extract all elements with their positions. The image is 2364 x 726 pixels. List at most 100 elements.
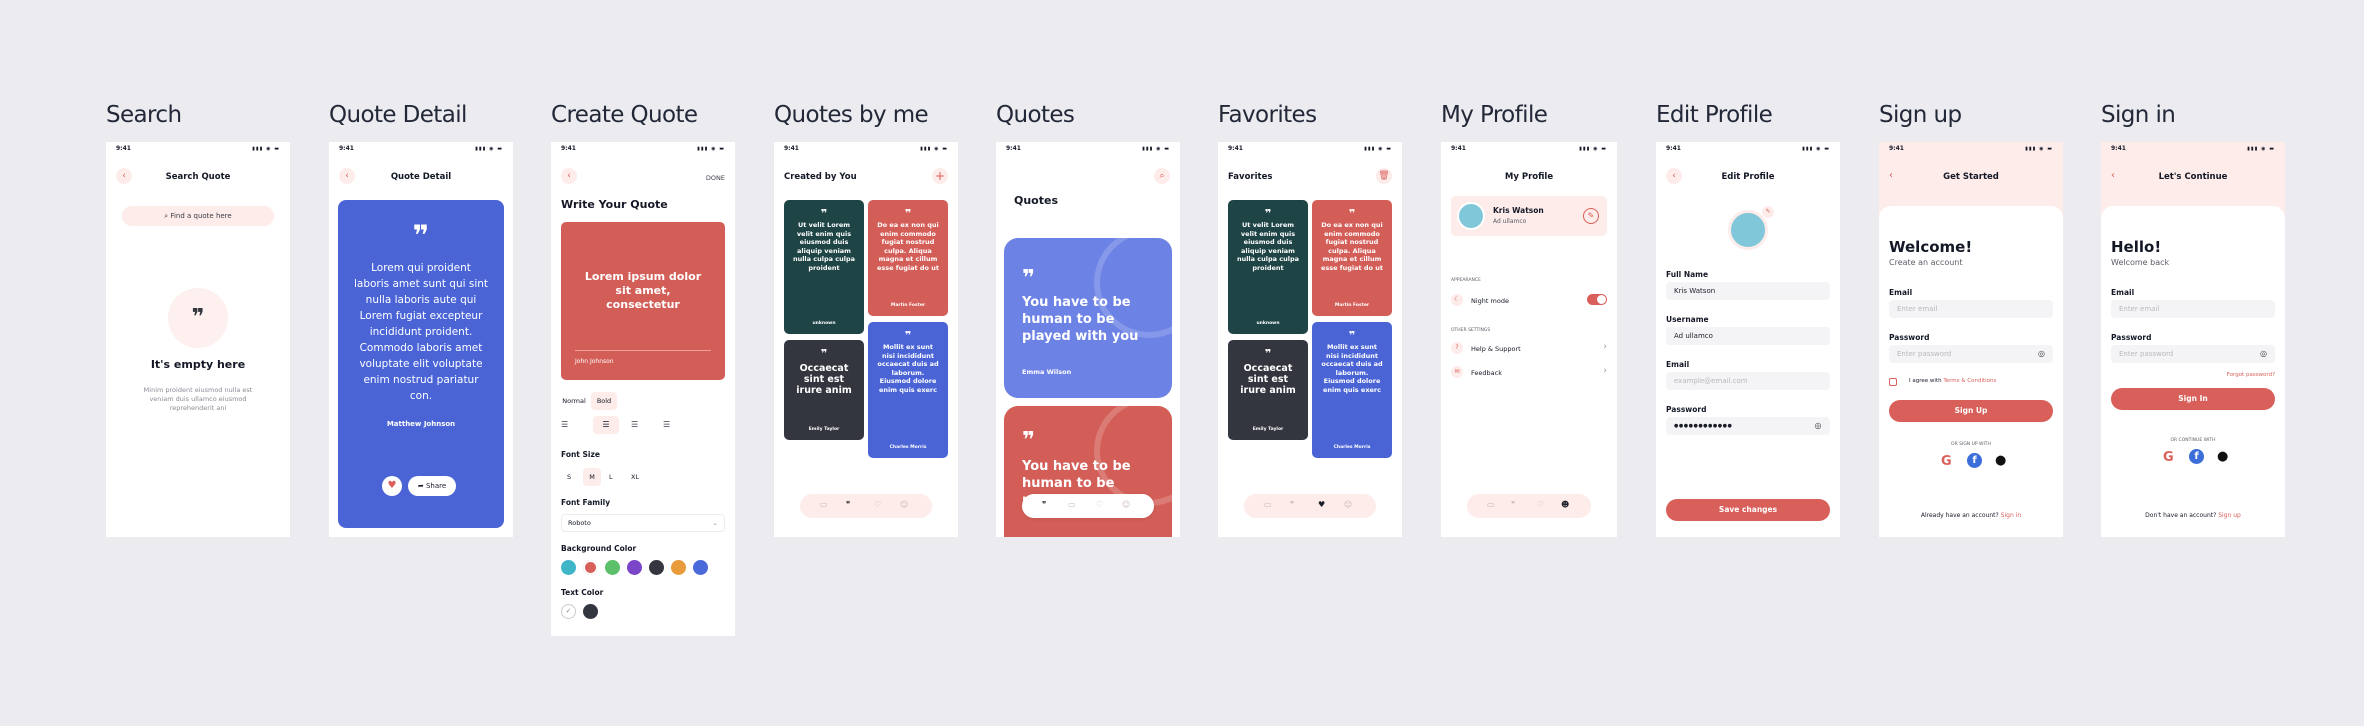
add-button[interactable]: + [932, 168, 948, 184]
signup-button[interactable]: Sign Up [1889, 400, 2053, 422]
email-input[interactable]: example@email.com [1666, 372, 1830, 390]
signin-link[interactable]: Sign in [2001, 512, 2021, 519]
quote-tab-icon[interactable]: ❞ [846, 500, 850, 509]
align-right-icon[interactable]: ☰ [631, 420, 638, 429]
search-button[interactable]: ⌕ [1154, 168, 1170, 184]
home-tab-icon[interactable]: ▭ [1487, 500, 1495, 509]
favorites-tab-icon[interactable]: ♡ [874, 500, 881, 509]
page-title: Search Quote [165, 172, 231, 182]
facebook-icon[interactable]: f [1967, 453, 1982, 468]
terms-link[interactable]: Terms & Conditions [1943, 378, 1996, 384]
help-support-row[interactable]: ? Help & Support › [1451, 342, 1607, 356]
quote-tab-icon[interactable]: ❞ [1511, 500, 1515, 509]
email-input[interactable]: Enter email [1889, 300, 2053, 318]
eye-off-icon[interactable]: ◎ [2038, 345, 2045, 363]
terms-checkbox[interactable] [1889, 378, 1897, 386]
signin-button[interactable]: Sign In [2111, 388, 2275, 410]
background-color-swatch[interactable] [627, 560, 642, 575]
size-option[interactable]: S [567, 468, 571, 486]
quote-card[interactable]: ❞ You have to be human to be played with… [1004, 238, 1172, 398]
apple-icon[interactable]: ● [1995, 453, 2006, 468]
quote-card[interactable]: ❞ Mollit ex sunt nisi incididunt occaecat… [868, 322, 948, 458]
favorites-tab-icon[interactable]: ♡ [1537, 500, 1544, 509]
search-input[interactable]: ⌕ Find a quote here [122, 206, 274, 226]
back-button[interactable]: ‹ [561, 168, 577, 184]
card-text: Occaecat sint est irure anim [1240, 363, 1296, 396]
quote-card[interactable]: ❞ Ut velit Lorem velit enim quis eiusmod … [784, 200, 864, 334]
google-icon[interactable]: G [1941, 454, 1952, 469]
background-color-swatch[interactable] [671, 560, 686, 575]
password-input[interactable]: Enter password ◎ [1889, 345, 2053, 363]
google-icon[interactable]: G [2163, 450, 2174, 465]
edit-avatar-icon[interactable]: ✎ [1762, 206, 1774, 218]
weight-normal-toggle[interactable]: Normal [561, 392, 587, 410]
quote-card[interactable]: ❞ Occaecat sint est irure anim Emily Taylo… [784, 340, 864, 440]
home-tab-icon[interactable]: ▭ [820, 500, 828, 509]
delete-button[interactable]: 🗑 [1376, 168, 1392, 184]
card-author: unknown [1256, 321, 1280, 326]
text-color-white[interactable]: ✓ [561, 604, 576, 619]
password-input[interactable]: ●●●●●●●●●●●● ◎ [1666, 417, 1830, 435]
font-size-selector[interactable]: S M L XL [561, 468, 671, 486]
background-color-swatch[interactable] [583, 560, 598, 575]
quote-card[interactable]: ❞ Ut velit Lorem velit enim quis eiusmod … [1228, 200, 1308, 334]
edit-icon[interactable]: ✎ [1583, 208, 1599, 224]
profile-tab-icon[interactable]: ☺ [1122, 500, 1130, 509]
chevron-down-icon: ⌄ [712, 519, 718, 527]
chevron-right-icon: › [1603, 342, 1607, 352]
quote-tab-icon[interactable]: ❞ [1042, 500, 1046, 509]
apple-icon[interactable]: ● [2217, 449, 2228, 464]
forgot-password-link[interactable]: Forgot password? [2227, 372, 2275, 378]
email-input[interactable]: Enter email [2111, 300, 2275, 318]
size-option[interactable]: L [609, 468, 613, 486]
background-color-swatch[interactable] [649, 560, 664, 575]
status-bar: 9:41 ▮▮▮ ◉ ▬ [1889, 145, 2053, 152]
background-color-swatch[interactable] [693, 560, 708, 575]
font-family-select[interactable]: Roboto ⌄ [561, 514, 725, 532]
size-option[interactable]: M [583, 468, 601, 486]
avatar[interactable] [1728, 210, 1768, 250]
align-justify-icon[interactable]: ☰ [663, 420, 670, 429]
feedback-row[interactable]: ✉ Feedback › [1451, 366, 1607, 380]
night-mode-toggle[interactable] [1587, 294, 1607, 305]
favorites-tab-icon[interactable]: ♡ [1096, 500, 1103, 509]
quote-card[interactable]: ❞ Do ea ex non qui enim commodo fugiat no… [1312, 200, 1392, 316]
eye-off-icon[interactable]: ◎ [2260, 345, 2267, 363]
empty-text: Minim proident eiusmod nulla est veniam … [143, 386, 253, 412]
facebook-icon[interactable]: f [2189, 449, 2204, 464]
fullname-input[interactable]: Kris Watson [1666, 282, 1830, 300]
align-left-icon[interactable]: ☰ [561, 420, 568, 429]
trash-icon: 🗑 [1378, 171, 1390, 181]
quote-card[interactable]: ❞ Occaecat sint est irure anim Emily Taylo… [1228, 340, 1308, 440]
save-changes-button[interactable]: Save changes [1666, 499, 1830, 521]
profile-tab-icon[interactable]: ☺ [900, 500, 908, 509]
home-tab-icon[interactable]: ▭ [1068, 500, 1076, 509]
feedback-icon: ✉ [1451, 366, 1463, 378]
signup-link[interactable]: Sign up [2218, 512, 2241, 519]
password-input[interactable]: Enter password ◎ [2111, 345, 2275, 363]
quote-card[interactable]: ❞ Do ea ex non qui enim commodo fugiat no… [868, 200, 948, 316]
heart-button[interactable]: ♥ [382, 476, 402, 496]
profile-tab-icon[interactable]: ☺ [1344, 500, 1352, 509]
profile-tab-icon[interactable]: ☻ [1561, 500, 1569, 509]
quote-tab-icon[interactable]: ❞ [1290, 500, 1294, 509]
done-button[interactable]: DONE [706, 174, 725, 182]
profile-subtitle: Ad ullamco [1493, 218, 1527, 225]
weight-bold-toggle[interactable]: Bold [591, 392, 617, 410]
profile-screen: 9:41 ▮▮▮ ◉ ▬ My Profile Kris Watson Ad ul… [1441, 142, 1617, 537]
favorites-tab-icon[interactable]: ♥ [1318, 500, 1325, 509]
quote-card[interactable]: ❞ Mollit ex sunt nisi incididunt occaecat… [1312, 322, 1392, 458]
divider [575, 350, 711, 351]
card-text: Do ea ex non qui enim commodo fugiat nos… [1320, 221, 1384, 272]
align-center-icon[interactable]: ☰ [593, 416, 619, 434]
eye-off-icon[interactable]: ◎ [1815, 417, 1822, 435]
home-tab-icon[interactable]: ▭ [1264, 500, 1272, 509]
text-color-dark[interactable] [583, 604, 598, 619]
background-color-swatch[interactable] [561, 560, 576, 575]
size-option[interactable]: XL [631, 468, 639, 486]
username-input[interactable]: Ad ullamco [1666, 327, 1830, 345]
profile-card[interactable]: Kris Watson Ad ullamco ✎ [1451, 196, 1607, 236]
share-button[interactable]: ➦ Share [408, 476, 456, 496]
background-color-swatch[interactable] [605, 560, 620, 575]
quote-preview[interactable]: Lorem ipsum dolor sit amet, consectetur … [561, 222, 725, 380]
